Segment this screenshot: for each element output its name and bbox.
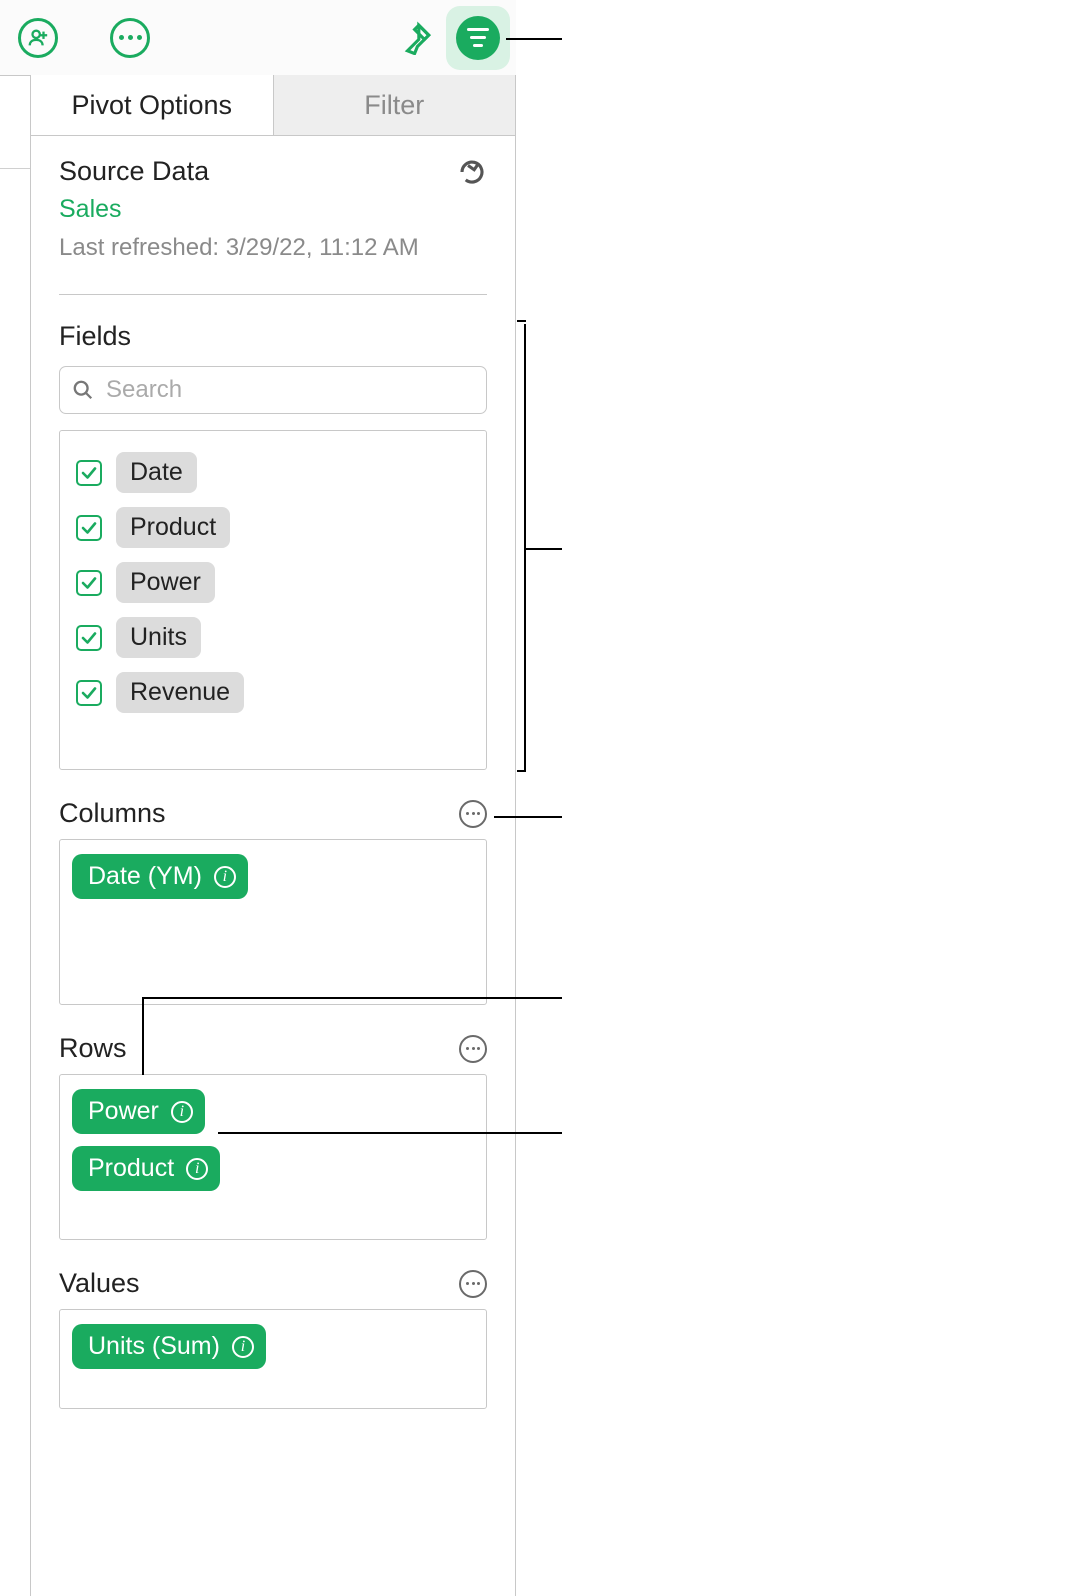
source-table-link[interactable]: Sales — [59, 195, 487, 224]
value-pill-units-sum[interactable]: Units (Sum) i — [72, 1324, 266, 1369]
info-icon[interactable]: i — [232, 1336, 254, 1358]
tab-filter[interactable]: Filter — [273, 75, 516, 135]
source-refreshed-label: Last refreshed: 3/29/22, 11:12 AM — [59, 234, 487, 262]
source-data-heading: Source Data — [59, 156, 209, 187]
callout-tick — [517, 320, 526, 322]
divider — [59, 294, 487, 295]
callout-line — [506, 38, 562, 40]
callout-line — [142, 997, 562, 999]
rows-more-icon[interactable] — [459, 1035, 487, 1063]
pill-label: Product — [88, 1154, 174, 1183]
rows-drop-zone[interactable]: Power i Product i — [59, 1074, 487, 1240]
field-chip-units[interactable]: Units — [116, 617, 201, 658]
row-pill-product[interactable]: Product i — [72, 1146, 220, 1191]
organize-icon[interactable] — [452, 12, 504, 64]
columns-drop-zone[interactable]: Date (YM) i — [59, 839, 487, 1005]
info-icon[interactable]: i — [214, 866, 236, 888]
row-pill-power[interactable]: Power i — [72, 1089, 205, 1134]
refresh-icon[interactable] — [457, 157, 487, 187]
tab-pivot-options[interactable]: Pivot Options — [31, 75, 273, 135]
values-heading: Values — [59, 1268, 140, 1299]
panel-tabs: Pivot Options Filter — [31, 75, 515, 136]
field-row: Revenue — [70, 665, 476, 720]
values-more-icon[interactable] — [459, 1270, 487, 1298]
pivot-options-panel: Pivot Options Filter Source Data Sales L… — [30, 75, 516, 1596]
callout-line — [524, 548, 562, 550]
info-icon[interactable]: i — [171, 1101, 193, 1123]
fields-search[interactable] — [59, 366, 487, 414]
pill-label: Date (YM) — [88, 862, 202, 891]
fields-heading: Fields — [59, 321, 487, 352]
more-icon[interactable] — [110, 18, 150, 58]
field-row: Units — [70, 610, 476, 665]
field-chip-date[interactable]: Date — [116, 452, 197, 493]
search-icon — [72, 379, 94, 401]
columns-more-icon[interactable] — [459, 800, 487, 828]
field-row: Product — [70, 500, 476, 555]
pill-label: Units (Sum) — [88, 1332, 220, 1361]
pill-label: Power — [88, 1097, 159, 1126]
columns-heading: Columns — [59, 798, 166, 829]
field-chip-power[interactable]: Power — [116, 562, 215, 603]
info-icon[interactable]: i — [186, 1158, 208, 1180]
field-checkbox[interactable] — [76, 625, 102, 651]
column-pill-date-ym[interactable]: Date (YM) i — [72, 854, 248, 899]
collaborate-icon[interactable] — [18, 18, 58, 58]
format-paintbrush-icon[interactable] — [396, 18, 436, 58]
field-checkbox[interactable] — [76, 460, 102, 486]
callout-line — [218, 1132, 562, 1134]
field-checkbox[interactable] — [76, 515, 102, 541]
callout-tick — [517, 770, 526, 772]
field-checkbox[interactable] — [76, 570, 102, 596]
field-row: Date — [70, 445, 476, 500]
field-row: Power — [70, 555, 476, 610]
callout-line — [494, 816, 562, 818]
fields-list: Date Product Power Units Revenue — [59, 430, 487, 770]
fields-search-input[interactable] — [104, 375, 474, 405]
rows-heading: Rows — [59, 1033, 127, 1064]
values-drop-zone[interactable]: Units (Sum) i — [59, 1309, 487, 1409]
toolbar — [0, 0, 516, 76]
field-checkbox[interactable] — [76, 680, 102, 706]
field-chip-revenue[interactable]: Revenue — [116, 672, 244, 713]
sheet-gutter — [0, 75, 31, 1596]
field-chip-product[interactable]: Product — [116, 507, 230, 548]
callout-line — [142, 997, 144, 1075]
